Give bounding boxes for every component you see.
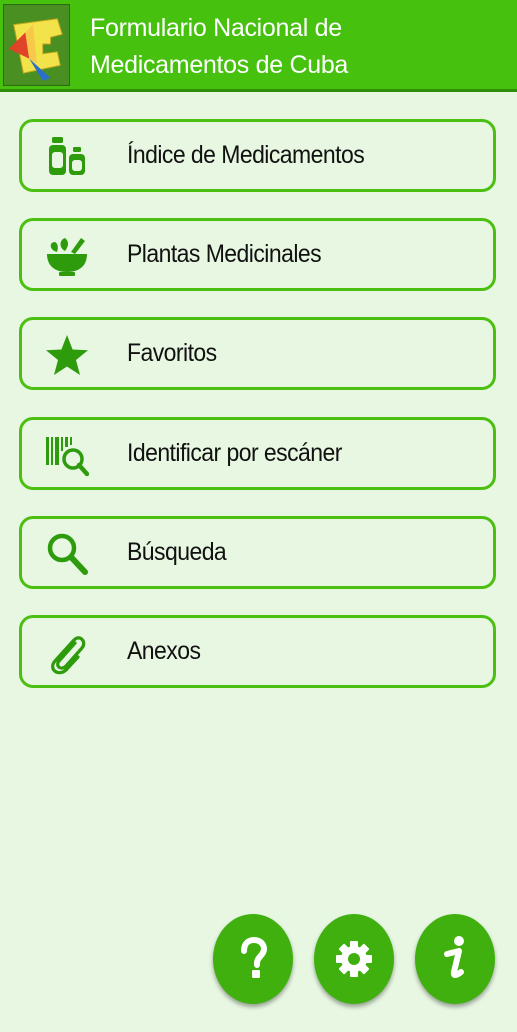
- question-icon: [241, 937, 268, 978]
- star-icon: [44, 333, 90, 377]
- menu-item-busqueda[interactable]: Búsqueda: [19, 516, 496, 589]
- menu-item-favoritos[interactable]: Favoritos: [19, 317, 496, 390]
- gear-icon: [336, 941, 372, 977]
- mortar-herbs-icon: [44, 234, 90, 278]
- menu-item-label: Favoritos: [127, 339, 217, 367]
- menu-item-label: Identificar por escáner: [127, 439, 342, 467]
- menu-item-anexos[interactable]: Anexos: [19, 615, 496, 688]
- menu-item-plantas-medicinales[interactable]: Plantas Medicinales: [19, 218, 496, 291]
- barcode-search-icon: [44, 433, 90, 477]
- app-title-line1: Formulario Nacional de: [90, 14, 342, 42]
- info-button[interactable]: [415, 914, 495, 1004]
- main-menu: Índice de Medicamentos Plantas Medicinal…: [19, 119, 496, 714]
- info-icon: [444, 936, 464, 978]
- menu-item-label: Anexos: [127, 637, 201, 665]
- paperclip-icon: [44, 631, 90, 675]
- app-title: Formulario Nacional de Medicamentos de C…: [90, 10, 510, 84]
- app-title-line2: Medicamentos de Cuba: [90, 51, 349, 79]
- app-header: Formulario Nacional de Medicamentos de C…: [0, 0, 517, 92]
- logo-graphic: [4, 5, 69, 85]
- menu-item-identificar-escaner[interactable]: Identificar por escáner: [19, 417, 496, 490]
- menu-item-label: Índice de Medicamentos: [127, 141, 365, 169]
- menu-item-label: Búsqueda: [127, 538, 227, 566]
- search-icon: [44, 532, 90, 576]
- settings-button[interactable]: [314, 914, 394, 1004]
- menu-item-indice-medicamentos[interactable]: Índice de Medicamentos: [19, 119, 496, 192]
- help-button[interactable]: [213, 914, 293, 1004]
- menu-item-label: Plantas Medicinales: [127, 240, 322, 268]
- fnm-logo: [3, 4, 70, 86]
- medicine-bottles-icon: [44, 135, 90, 179]
